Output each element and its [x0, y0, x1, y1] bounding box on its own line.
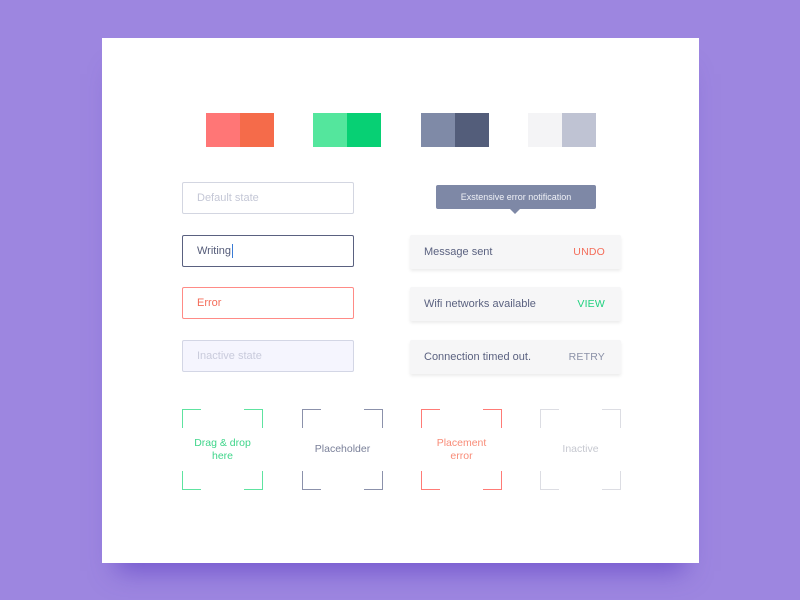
tooltip-text: Exstensive error notification	[460, 192, 572, 202]
swatch-slate	[421, 113, 489, 147]
input-error-value: Error	[197, 297, 222, 309]
input-inactive: Inactive state	[182, 340, 354, 372]
input-writing-value: Writing	[197, 245, 232, 257]
view-button[interactable]: VIEW	[577, 298, 605, 310]
toast-wifi: Wifi networks available VIEW	[410, 287, 621, 321]
component-sheet-card: Default state Writing Error Inactive sta…	[102, 38, 699, 563]
swatch-light	[528, 113, 596, 147]
swatch-light-dark	[562, 113, 596, 147]
text-caret	[232, 244, 234, 258]
dropzone-drag-drop[interactable]: Drag & drop here	[182, 409, 263, 490]
input-default[interactable]: Default state	[182, 182, 354, 214]
dropzone-placeholder[interactable]: Placeholder	[302, 409, 383, 490]
dropzone-label: Placeholder	[314, 443, 371, 455]
toast-message: Connection timed out.	[424, 351, 532, 363]
input-error[interactable]: Error	[182, 287, 354, 319]
input-writing[interactable]: Writing	[182, 235, 354, 267]
toast-message-sent: Message sent UNDO	[410, 235, 621, 269]
swatch-slate-dark	[455, 113, 489, 147]
dropzone-inactive: Inactive	[540, 409, 621, 490]
toast-message: Message sent	[424, 246, 493, 258]
swatch-green	[313, 113, 381, 147]
input-default-placeholder: Default state	[197, 192, 259, 204]
input-inactive-placeholder: Inactive state	[197, 350, 262, 362]
dropzone-placement-error[interactable]: Placement error	[421, 409, 502, 490]
dropzone-label: Drag & drop here	[194, 436, 251, 462]
swatch-red-dark	[240, 113, 274, 147]
dropzone-label: Inactive	[562, 443, 599, 455]
toast-connection: Connection timed out. RETRY	[410, 340, 621, 374]
undo-button[interactable]: UNDO	[573, 246, 605, 258]
error-tooltip: Exstensive error notification	[436, 185, 596, 214]
swatch-red-light	[206, 113, 240, 147]
retry-button[interactable]: RETRY	[569, 351, 605, 363]
swatch-green-light	[313, 113, 347, 147]
swatch-slate-light	[421, 113, 455, 147]
dropzone-label: Placement error	[436, 436, 487, 462]
swatch-green-dark	[347, 113, 381, 147]
toast-message: Wifi networks available	[424, 298, 536, 310]
swatch-red	[206, 113, 274, 147]
swatch-light-light	[528, 113, 562, 147]
